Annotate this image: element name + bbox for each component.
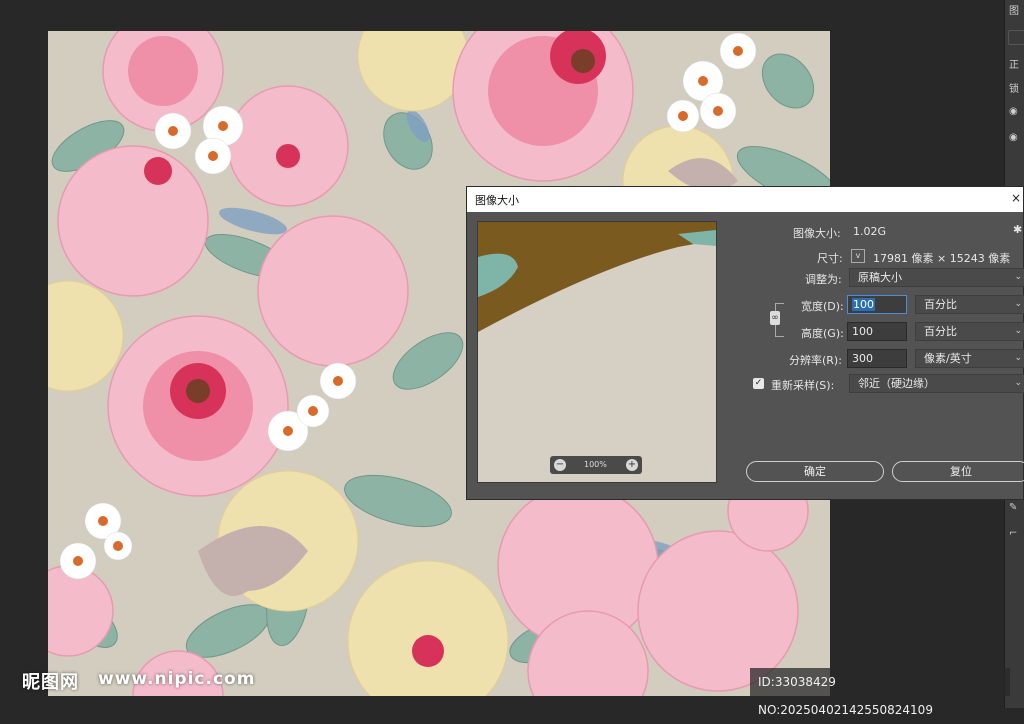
resample-select[interactable]: 邻近（硬边缘） ⌄	[849, 374, 1024, 393]
watermark-logo: 昵图网	[22, 672, 79, 693]
width-unit-select[interactable]: 百分比 ⌄	[915, 295, 1024, 314]
height-label: 高度(G):	[801, 327, 844, 340]
resample-label: 重新采样(S):	[771, 379, 835, 392]
width-input[interactable]: 100	[847, 295, 907, 314]
resolution-label: 分辨率(R):	[789, 354, 842, 367]
fit-to-value: 原稿大小	[858, 271, 902, 284]
height-value: 100	[852, 325, 873, 338]
width-value: 100	[852, 298, 875, 311]
panel-tab-label[interactable]: 图	[1009, 2, 1019, 17]
height-unit-select[interactable]: 百分比 ⌄	[915, 322, 1024, 341]
gear-icon[interactable]: ✱	[1013, 223, 1022, 236]
watermark-id: ID:33038429 NO:20250402142550824109	[750, 668, 1010, 717]
width-unit-value: 百分比	[924, 298, 957, 311]
close-icon[interactable]: ×	[1011, 191, 1021, 205]
image-size-value: 1.02G	[853, 225, 887, 238]
resample-value: 邻近（硬边缘）	[858, 377, 935, 390]
image-size-label: 图像大小:	[793, 227, 841, 240]
zoom-control: − 100% +	[550, 456, 642, 474]
dimensions-label: 尺寸:	[817, 252, 843, 265]
panel-label-lock[interactable]: 锁	[1009, 80, 1019, 95]
resolution-value: 300	[852, 352, 873, 365]
fit-to-label: 调整为:	[805, 273, 842, 286]
chevron-down-icon: ⌄	[1014, 378, 1022, 388]
dialog-title-bar[interactable]: 图像大小 ×	[467, 187, 1023, 212]
link-icon[interactable]: ∞	[770, 311, 780, 325]
zoom-out-button[interactable]: −	[554, 459, 566, 471]
watermark-url: www.nipic.com	[98, 669, 256, 689]
height-input[interactable]: 100	[847, 322, 907, 341]
dialog-title: 图像大小	[475, 194, 519, 207]
brush-tool-icon[interactable]: ✎	[1009, 502, 1017, 513]
panel-corner-icon[interactable]: ⌐	[1009, 528, 1017, 539]
height-unit-value: 百分比	[924, 325, 957, 338]
panel-search-icon[interactable]	[1008, 30, 1024, 45]
eye-icon[interactable]: ◉	[1009, 132, 1018, 143]
preview-image	[478, 222, 716, 482]
image-size-dialog: 图像大小 × − 100% + 图像大小: 1.02G ✱ 尺寸: v 1798…	[466, 186, 1024, 500]
panel-label-normal[interactable]: 正	[1009, 56, 1019, 71]
fit-to-select[interactable]: 原稿大小 ⌄	[849, 268, 1024, 287]
chevron-down-icon: ⌄	[1014, 326, 1022, 336]
chevron-down-icon: ⌄	[1014, 299, 1022, 309]
ok-button[interactable]: 确定	[746, 461, 884, 482]
dimensions-value: 17981 像素 × 15243 像素	[873, 252, 1011, 265]
resolution-input[interactable]: 300	[847, 349, 907, 368]
resample-checkbox[interactable]: ✓	[753, 378, 764, 389]
preview-pane[interactable]: − 100% +	[477, 221, 717, 483]
zoom-level: 100%	[584, 460, 607, 469]
width-label: 宽度(D):	[801, 300, 844, 313]
zoom-in-button[interactable]: +	[626, 459, 638, 471]
resolution-unit-select[interactable]: 像素/英寸 ⌄	[915, 349, 1024, 368]
chevron-down-icon[interactable]: v	[851, 249, 865, 263]
chevron-down-icon: ⌄	[1014, 353, 1022, 363]
reset-button[interactable]: 复位	[892, 461, 1024, 482]
resolution-unit-value: 像素/英寸	[924, 352, 972, 365]
eye-icon[interactable]: ◉	[1009, 106, 1018, 117]
chevron-down-icon: ⌄	[1014, 272, 1022, 282]
